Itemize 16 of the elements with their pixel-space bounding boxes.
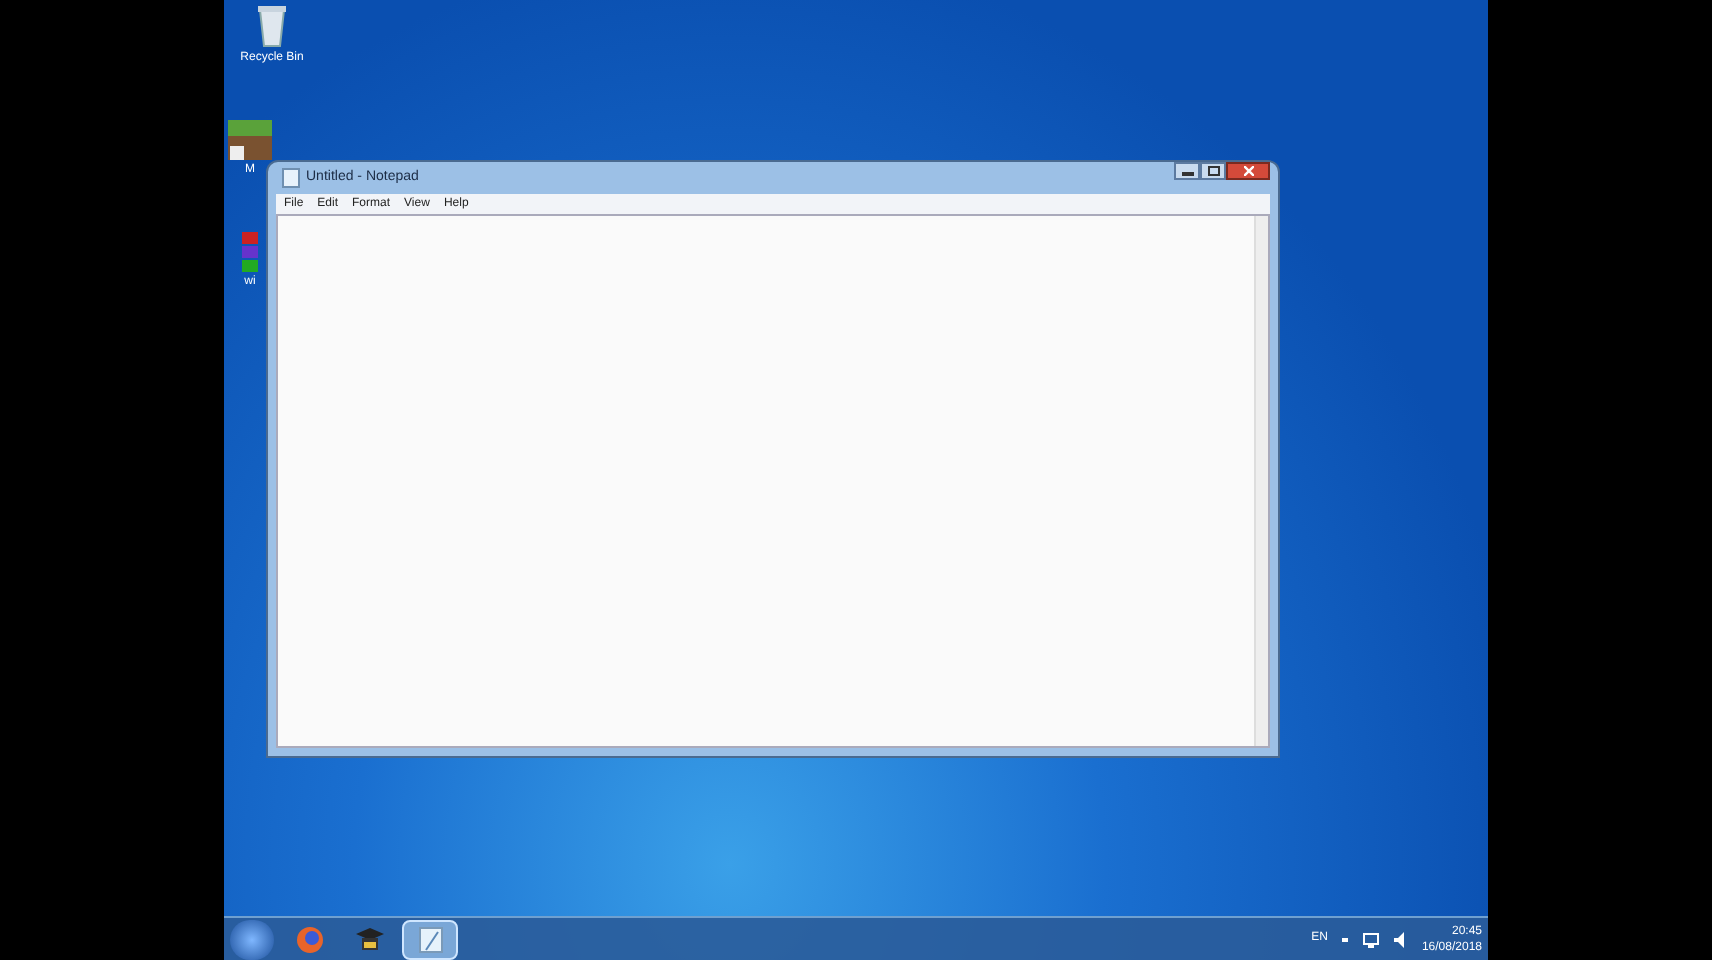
maximize-icon bbox=[1207, 166, 1219, 176]
graduation-cap-icon bbox=[356, 925, 384, 953]
recycle-bin-icon[interactable] bbox=[256, 4, 288, 48]
notepad-icon bbox=[417, 925, 443, 953]
minimize-icon bbox=[1181, 172, 1193, 176]
scrollbar[interactable] bbox=[1254, 216, 1268, 746]
start-button[interactable] bbox=[230, 919, 274, 959]
taskbar-button[interactable] bbox=[402, 919, 458, 959]
grass-block-icon[interactable] bbox=[228, 120, 272, 160]
maximize-button[interactable] bbox=[1200, 162, 1226, 180]
close-icon bbox=[1243, 166, 1253, 176]
speaker-icon[interactable] bbox=[1393, 931, 1408, 947]
close-button[interactable] bbox=[1226, 162, 1270, 180]
network-icon[interactable] bbox=[1361, 931, 1380, 947]
notepad-icon bbox=[282, 168, 300, 188]
minimize-button[interactable] bbox=[1174, 162, 1200, 180]
